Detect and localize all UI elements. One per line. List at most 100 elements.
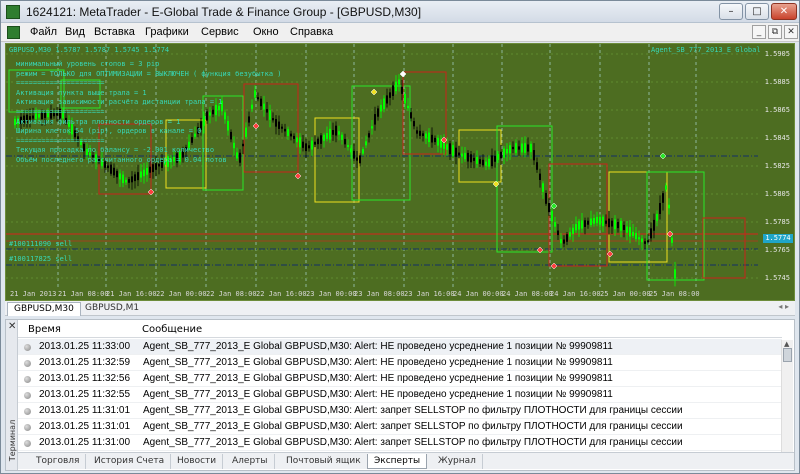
- log-row[interactable]: 2013.01.25 11:31:00 Agent_SB_777_2013_E G…: [18, 435, 782, 451]
- expert-info-line: Текущая просадка по балансу = -2.001 кол…: [16, 146, 215, 155]
- tab-account-history[interactable]: История Счета: [88, 454, 172, 469]
- candle-body: [548, 203, 550, 213]
- expert-info-line: =====================: [16, 108, 105, 116]
- log-row[interactable]: 2013.01.25 11:31:01 Agent_SB_777_2013_E G…: [18, 419, 782, 435]
- candle-body: [308, 145, 310, 149]
- terminal-panel: ✕ Терминал Время Сообщение 2013.01.25 11…: [5, 319, 795, 471]
- candle-body: [332, 130, 334, 135]
- range-box-green: [646, 171, 705, 281]
- candle-body: [497, 154, 499, 160]
- candle-body: [503, 148, 505, 158]
- candle-body: [377, 108, 379, 117]
- candle-body: [323, 134, 325, 141]
- log-time: 2013.01.25 11:31:01: [39, 421, 131, 432]
- candle-body: [263, 103, 265, 110]
- candle-body: [572, 227, 574, 234]
- price-tick: 1.5765: [764, 246, 790, 254]
- range-box-red: [548, 163, 608, 267]
- candle-body: [143, 169, 145, 177]
- tab-news[interactable]: Новости: [171, 454, 224, 469]
- menu-tools[interactable]: Сервис: [201, 26, 239, 38]
- candle-body: [566, 234, 568, 242]
- candle-body: [446, 144, 448, 150]
- price-chart[interactable]: GBPUSD,M30 1.5787 1.5787 1.5745 1.5774 A…: [5, 43, 795, 301]
- tab-gbpusd-m1[interactable]: GBPUSD,M1: [79, 302, 145, 316]
- log-row[interactable]: 2013.01.25 11:32:55 Agent_SB_777_2013_E G…: [18, 387, 782, 403]
- menu-view[interactable]: Вид: [65, 26, 85, 38]
- log-message: Agent_SB_777_2013_E Global GBPUSD,M30: A…: [143, 373, 613, 384]
- candle-body: [584, 220, 586, 227]
- tab-scroll-arrows[interactable]: ◂ ▸: [778, 302, 789, 311]
- candle-body: [206, 111, 208, 121]
- candle-body: [326, 133, 328, 139]
- tab-journal[interactable]: Журнал: [432, 454, 483, 469]
- candle-body: [158, 163, 160, 167]
- mdi-restore-button[interactable]: ⧉: [768, 25, 782, 39]
- tab-gbpusd-m30[interactable]: GBPUSD,M30: [7, 302, 81, 316]
- chart-window-icon[interactable]: [7, 26, 20, 39]
- tab-trade[interactable]: Торговля: [30, 454, 87, 469]
- time-tick: 21 Jan 16:00: [106, 290, 157, 298]
- candle-body: [647, 240, 649, 243]
- log-scrollbar[interactable]: ▲: [781, 340, 793, 452]
- menu-insert[interactable]: Вставка: [94, 26, 135, 38]
- candle-body: [611, 220, 613, 227]
- candle-body: [266, 109, 268, 113]
- candle-body: [389, 92, 391, 98]
- tab-experts[interactable]: Эксперты: [367, 454, 428, 469]
- candle-body: [623, 224, 625, 231]
- candle-body: [473, 157, 475, 161]
- candle-body: [587, 220, 589, 225]
- scroll-thumb[interactable]: [783, 348, 792, 362]
- candle-body: [404, 93, 406, 104]
- log-row[interactable]: 2013.01.25 11:32:56 Agent_SB_777_2013_E G…: [18, 371, 782, 387]
- candle-body: [476, 156, 478, 164]
- expert-info-line: Ширина клеток 54 (pip), ордеров в канале…: [16, 127, 202, 136]
- scroll-up-icon[interactable]: ▲: [784, 340, 789, 348]
- candle-body: [347, 144, 349, 148]
- candle-body: [596, 216, 598, 224]
- terminal-tabs: Торговля История Счета Новости Алерты По…: [18, 452, 794, 469]
- candle-body: [245, 127, 247, 137]
- candle-body: [458, 152, 460, 156]
- column-time[interactable]: Время: [28, 324, 61, 335]
- candle-body: [578, 221, 580, 230]
- candle-body: [305, 143, 307, 151]
- maximize-button[interactable]: □: [745, 3, 769, 20]
- candle-body: [329, 128, 331, 140]
- log-row[interactable]: 2013.01.25 11:32:59 Agent_SB_777_2013_E G…: [18, 355, 782, 371]
- chart-tabs: GBPUSD,M30 GBPUSD,M1 ◂ ▸: [5, 301, 795, 316]
- log-time: 2013.01.25 11:32:59: [39, 357, 131, 368]
- tab-mailbox[interactable]: Почтовый ящик: [280, 454, 368, 469]
- expert-info-line: =====================: [16, 79, 105, 88]
- menu-help[interactable]: Справка: [290, 26, 333, 38]
- mdi-close-button[interactable]: ✕: [784, 25, 798, 39]
- time-tick: 21 Jan 2013: [10, 290, 57, 298]
- status-dot-icon: [24, 408, 31, 415]
- mdi-minimize-button[interactable]: _: [752, 25, 766, 39]
- log-row[interactable]: 2013.01.25 11:33:00 Agent_SB_777_2013_E G…: [18, 339, 782, 355]
- close-terminal-icon[interactable]: ✕: [8, 321, 16, 332]
- menu-window[interactable]: Окно: [253, 26, 279, 38]
- candle-body: [413, 121, 415, 127]
- candle-body: [290, 133, 292, 137]
- trade-marker-icon: [659, 152, 667, 160]
- log-time: 2013.01.25 11:32:55: [39, 389, 131, 400]
- candle-body: [131, 176, 133, 183]
- log-message: Agent_SB_777_2013_E Global GBPUSD,M30: A…: [143, 405, 683, 416]
- log-row[interactable]: 2013.01.25 11:31:01 Agent_SB_777_2013_E G…: [18, 403, 782, 419]
- menu-bar: Файл Вид Вставка Графики Сервис Окно Спр…: [1, 23, 799, 42]
- minimize-button[interactable]: –: [719, 3, 743, 20]
- candle-body: [539, 173, 541, 180]
- candle-body: [407, 105, 409, 109]
- candle-body: [344, 138, 346, 145]
- candle-body: [638, 237, 640, 240]
- menu-charts[interactable]: Графики: [145, 26, 189, 38]
- column-message[interactable]: Сообщение: [142, 324, 202, 335]
- current-price-label: 1.5774: [763, 234, 793, 243]
- close-button[interactable]: ✕: [771, 3, 797, 20]
- tab-alerts[interactable]: Алерты: [226, 454, 275, 469]
- menu-file[interactable]: Файл: [30, 26, 57, 38]
- expert-name: Agent_SB_777_2013_E Global: [651, 46, 761, 54]
- order-label: #100117825 sell: [9, 255, 73, 263]
